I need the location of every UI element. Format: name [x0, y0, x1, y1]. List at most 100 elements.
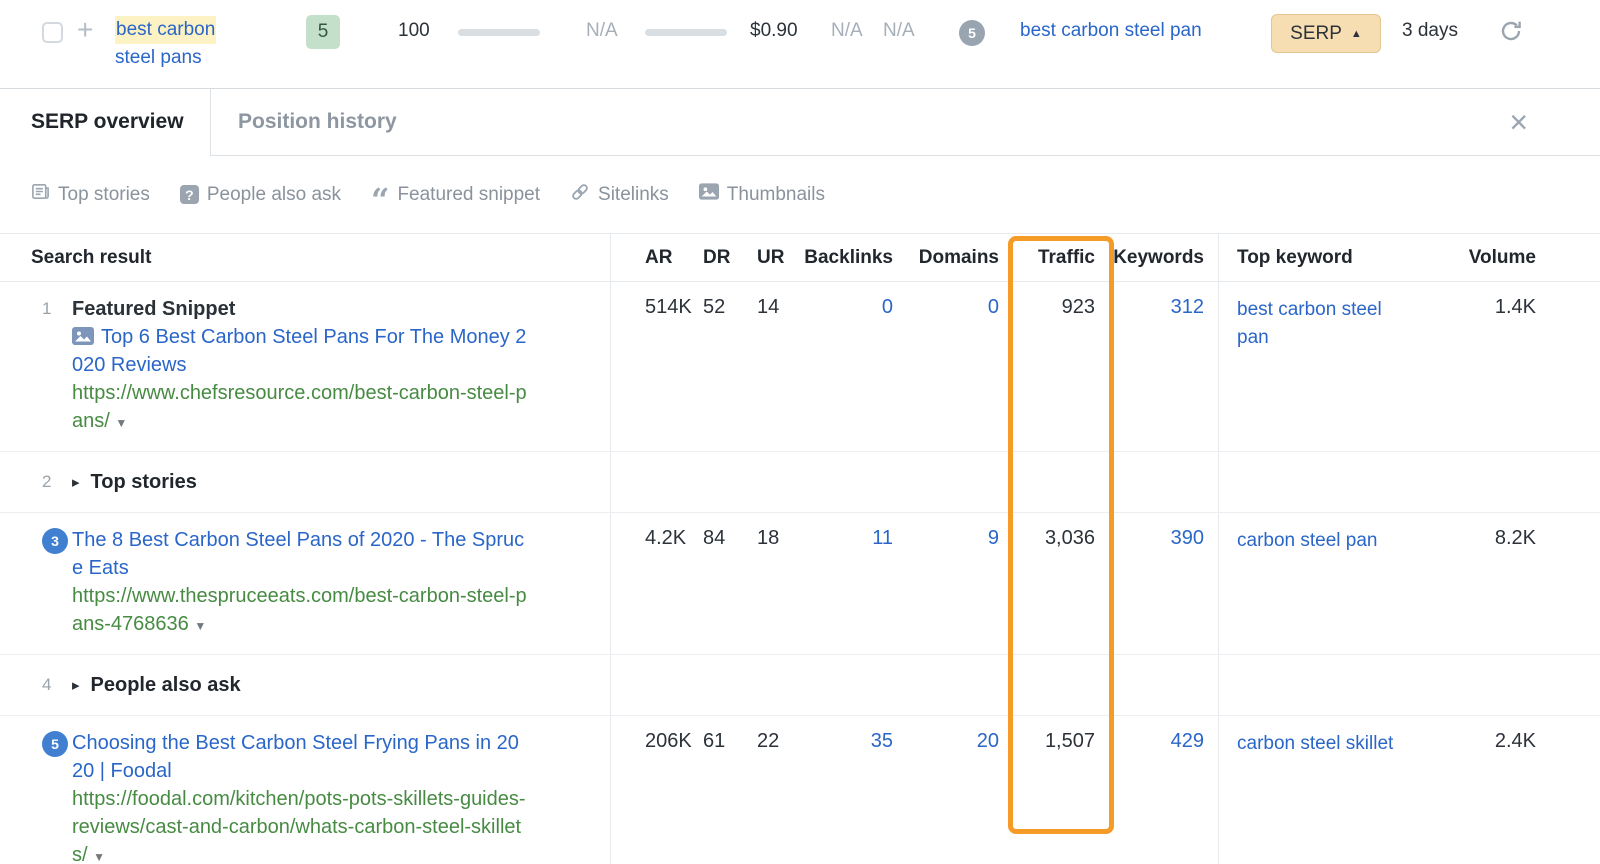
serp-group-row-top-stories: 2 ▸ Top stories	[0, 452, 1600, 513]
traffic-value: 3,036	[1044, 527, 1095, 549]
serp-result-row-3: 3 The 8 Best Carbon Steel Pans of 2020 -…	[0, 513, 1600, 655]
feature-top-stories: Top stories	[31, 182, 150, 207]
result-title-link[interactable]: The 8 Best Carbon Steel Pans of 2020 - T…	[72, 526, 527, 582]
serp-overview-panel: SERP overview Position history × Top sto…	[0, 88, 1600, 864]
updated-value: 3 days	[1402, 20, 1458, 41]
volume-value: 2.4K	[1494, 730, 1536, 752]
result-url: https://www.chefsresource.com/best-carbo…	[72, 382, 527, 432]
tab-serp-overview[interactable]: SERP overview	[0, 89, 211, 156]
keywords-link[interactable]: 390	[1109, 513, 1219, 654]
volume-value: 8.2K	[1494, 527, 1536, 549]
cpc-value: $0.90	[750, 20, 798, 41]
feature-label: Sitelinks	[598, 183, 669, 205]
backlinks-link[interactable]: 0	[799, 282, 907, 451]
col-domains: Domains	[918, 247, 999, 268]
result-url: https://www.thespruceeats.com/best-carbo…	[72, 585, 527, 635]
keyword-link[interactable]: best carbon steel pans	[115, 16, 285, 72]
col-traffic: Traffic	[1037, 247, 1095, 268]
dr-value: 61	[703, 730, 726, 752]
position-circle-badge: 3	[42, 528, 68, 554]
top-keyword-link[interactable]: carbon steel pan	[1237, 527, 1378, 555]
top-keyword-link[interactable]: carbon steel skillet	[1237, 730, 1393, 758]
ar-value: 206K	[645, 730, 692, 752]
top-keyword-link[interactable]: best carbon steel pan	[1020, 20, 1202, 42]
tab-position-history[interactable]: Position history	[211, 89, 397, 155]
serp-button[interactable]: SERP ▲	[1271, 14, 1381, 53]
volume-value: 1.4K	[1494, 296, 1536, 318]
position-badge: 5	[306, 15, 340, 49]
collapse-arrow-icon: ▲	[1350, 27, 1362, 40]
serp-button-label: SERP	[1290, 22, 1342, 44]
keyword-highlighted-text: best carbon	[115, 16, 217, 44]
feature-label: Thumbnails	[726, 183, 825, 205]
close-icon[interactable]: ×	[1509, 106, 1528, 138]
expand-arrow-icon[interactable]: ▸	[72, 473, 80, 491]
keywords-link[interactable]: 312	[1109, 282, 1219, 451]
domains-link[interactable]: 9	[907, 513, 1013, 654]
col-keywords: Keywords	[1109, 234, 1219, 281]
serp-overview-screen: + best carbon steel pans 5 100 N/A $0.90…	[0, 0, 1600, 864]
traffic-value: 1,507	[1044, 730, 1095, 752]
ur-value: 22	[757, 730, 780, 752]
news-icon	[31, 182, 50, 207]
col-ar: AR	[645, 247, 673, 268]
image-icon	[698, 183, 719, 206]
ar-value: 514K	[645, 296, 692, 318]
feature-sitelinks: Sitelinks	[570, 182, 669, 208]
backlinks-link[interactable]: 11	[799, 513, 907, 654]
top-keyword-link[interactable]: best carbon steel pan	[1237, 296, 1417, 352]
panel-tab-bar: SERP overview Position history ×	[0, 89, 1600, 156]
refresh-icon[interactable]	[1499, 19, 1523, 43]
feature-label: People also ask	[206, 183, 342, 205]
serp-group-row-people-also-ask: 4 ▸ People also ask	[0, 655, 1600, 716]
ur-value: 18	[757, 527, 780, 549]
result-title-link[interactable]: Choosing the Best Carbon Steel Frying Pa…	[72, 729, 527, 785]
kd-value: N/A	[586, 20, 618, 41]
expand-arrow-icon[interactable]: ▸	[72, 676, 80, 694]
feature-label: Top stories	[58, 183, 150, 205]
keywords-link[interactable]: 429	[1109, 716, 1219, 864]
row-number: 2	[42, 472, 52, 491]
col-top-keyword: Top keyword	[1237, 247, 1353, 268]
position-circle-badge: 5	[42, 731, 68, 757]
traffic-value: 923	[1061, 296, 1095, 318]
group-label[interactable]: Top stories	[91, 471, 197, 494]
add-icon[interactable]: +	[77, 14, 93, 46]
keyword-row: + best carbon steel pans 5 100 N/A $0.90…	[0, 0, 1600, 88]
serp-features-legend: Top stories ? People also ask “ Featured…	[0, 156, 1600, 233]
dr-value: 52	[703, 296, 726, 318]
result-title-link[interactable]: Top 6 Best Carbon Steel Pans For The Mon…	[72, 323, 527, 379]
col-backlinks: Backlinks	[804, 247, 893, 268]
col-dr: DR	[703, 247, 731, 268]
url-dropdown-icon[interactable]: ▼	[194, 619, 206, 633]
row-number: 4	[42, 675, 52, 694]
feature-label: Featured snippet	[397, 183, 541, 205]
link-icon	[570, 182, 590, 208]
domains-link[interactable]: 0	[907, 282, 1013, 451]
serp-result-row-1: 1 Featured Snippet Top 6 Best Carbon Ste…	[0, 282, 1600, 452]
na-value-2: N/A	[883, 20, 915, 41]
feature-featured-snippet: “ Featured snippet	[371, 184, 540, 206]
volume-bar	[458, 29, 540, 36]
feature-thumbnails: Thumbnails	[698, 183, 825, 206]
row-checkbox[interactable]	[42, 22, 63, 43]
quote-icon: “	[371, 184, 390, 205]
serp-features-count-badge: 5	[959, 20, 985, 46]
na-value-1: N/A	[831, 20, 863, 41]
domains-link[interactable]: 20	[907, 716, 1013, 864]
col-ur: UR	[757, 247, 785, 268]
col-search-result: Search result	[0, 234, 611, 281]
url-dropdown-icon[interactable]: ▼	[115, 416, 127, 430]
question-icon: ?	[179, 185, 199, 204]
feature-people-also-ask: ? People also ask	[179, 183, 342, 206]
table-header: Search result AR DR UR Backlinks Domains…	[0, 233, 1600, 282]
keyword-rest-text: steel pans	[115, 47, 202, 68]
url-dropdown-icon[interactable]: ▼	[93, 850, 105, 864]
backlinks-link[interactable]: 35	[799, 716, 907, 864]
ur-value: 14	[757, 296, 780, 318]
thumbnail-icon	[72, 327, 94, 345]
result-url: https://foodal.com/kitchen/pots-pots-ski…	[72, 788, 526, 864]
group-label[interactable]: People also ask	[91, 674, 241, 697]
dr-value: 84	[703, 527, 726, 549]
volume-value: 100	[398, 20, 430, 41]
